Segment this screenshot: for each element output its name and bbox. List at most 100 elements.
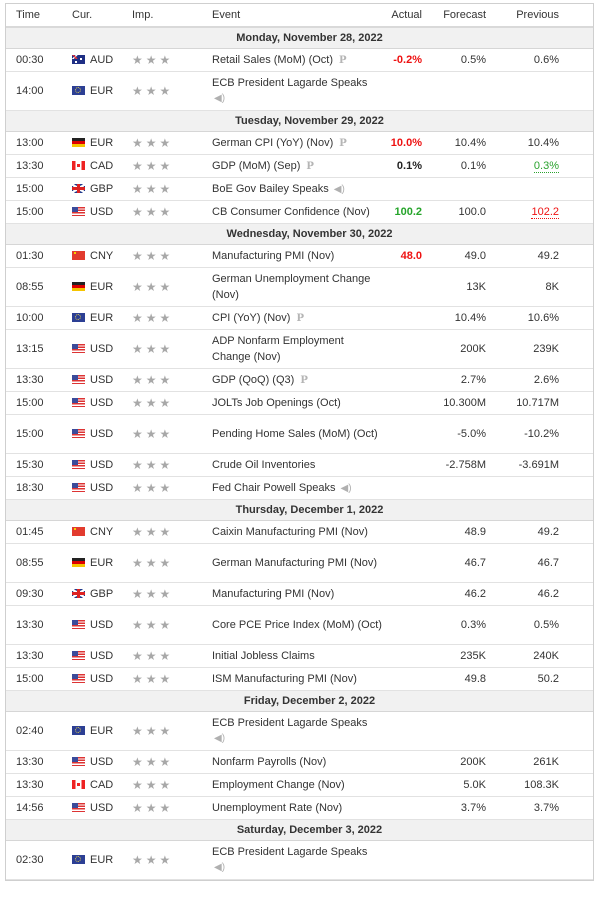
col-header-actual[interactable]: Actual bbox=[384, 4, 422, 28]
event-row[interactable]: 15:00 USD ★★★ JOLTs Job Openings (Oct) 10.30… bbox=[6, 391, 593, 415]
event-name-link[interactable]: German Manufacturing PMI (Nov) bbox=[212, 557, 377, 569]
event-row[interactable]: 15:00 USD ★★★ CB Consumer Confidence (Nov) 1… bbox=[6, 200, 593, 224]
event-name-link[interactable]: Fed Chair Powell Speaks bbox=[212, 482, 336, 494]
event-row[interactable]: 15:30 USD ★★★ Crude Oil Inventories -2.758M -… bbox=[6, 453, 593, 477]
event-row[interactable]: 13:30 USD ★★★ Nonfarm Payrolls (Nov) 200K 261… bbox=[6, 750, 593, 774]
event-row[interactable]: 08:55 EUR ★★★ German Manufacturing PMI (Nov… bbox=[6, 543, 593, 583]
event-name-link[interactable]: Core PCE Price Index (MoM) (Oct) bbox=[212, 619, 382, 631]
event-name-link[interactable]: Caixin Manufacturing PMI (Nov) bbox=[212, 526, 368, 538]
event-forecast: 10.300M bbox=[422, 391, 486, 415]
importance-stars-icon: ★★★ bbox=[132, 724, 174, 738]
col-header-currency[interactable]: Cur. bbox=[72, 4, 132, 28]
day-header-row: Friday, December 2, 2022 bbox=[6, 690, 593, 712]
event-name-link[interactable]: Crude Oil Inventories bbox=[212, 459, 315, 471]
event-name-link[interactable]: Employment Change (Nov) bbox=[212, 779, 345, 791]
event-name-link[interactable]: ECB President Lagarde Speaks bbox=[212, 846, 367, 858]
event-importance: ★★★ bbox=[132, 244, 212, 268]
event-row[interactable]: 01:45 CNY ★★★ Caixin Manufacturing PMI (Nov… bbox=[6, 520, 593, 544]
event-row[interactable]: 02:40 EUR ★★★ ECB President Lagarde Speaks ◀… bbox=[6, 711, 593, 751]
event-name-link[interactable]: Manufacturing PMI (Nov) bbox=[212, 588, 334, 600]
event-row[interactable]: 13:00 EUR ★★★ German CPI (YoY) (Nov) P 10.0% 1… bbox=[6, 131, 593, 155]
event-previous bbox=[486, 476, 559, 500]
event-name-link[interactable]: Retail Sales (MoM) (Oct) bbox=[212, 54, 333, 66]
event-row[interactable]: 01:30 CNY ★★★ Manufacturing PMI (Nov) 48.0 49… bbox=[6, 244, 593, 268]
event-name-cell: Initial Jobless Claims bbox=[212, 644, 384, 668]
event-row[interactable]: 14:00 EUR ★★★ ECB President Lagarde Speaks ◀… bbox=[6, 71, 593, 111]
event-row[interactable]: 13:30 USD ★★★ Core PCE Price Index (MoM) (O… bbox=[6, 605, 593, 645]
event-forecast: 0.3% bbox=[422, 605, 486, 645]
day-label: Saturday, December 3, 2022 bbox=[236, 824, 383, 836]
speaker-icon: ◀) bbox=[333, 183, 345, 195]
event-currency: CAD bbox=[72, 773, 132, 797]
event-name-link[interactable]: ADP Nonfarm Employment Change (Nov) bbox=[212, 335, 344, 363]
previous-value: 10.6% bbox=[527, 312, 559, 324]
row-spacer bbox=[559, 200, 593, 224]
event-row[interactable]: 13:15 USD ★★★ ADP Nonfarm Employment Change… bbox=[6, 329, 593, 369]
event-name-link[interactable]: Pending Home Sales (MoM) (Oct) bbox=[212, 428, 378, 440]
col-header-previous[interactable]: Previous bbox=[486, 4, 559, 28]
event-name-link[interactable]: German CPI (YoY) (Nov) bbox=[212, 137, 333, 149]
importance-stars-icon: ★★★ bbox=[132, 280, 174, 294]
event-name-link[interactable]: CB Consumer Confidence (Nov) bbox=[212, 206, 370, 218]
currency-code: USD bbox=[90, 343, 114, 355]
event-row[interactable]: 08:55 EUR ★★★ German Unemployment Change (N… bbox=[6, 267, 593, 307]
event-name-link[interactable]: German Unemployment Change (Nov) bbox=[212, 273, 370, 301]
currency-code: AUD bbox=[90, 54, 114, 66]
event-row[interactable]: 15:00 USD ★★★ ISM Manufacturing PMI (Nov) 49… bbox=[6, 667, 593, 691]
flag-de-icon bbox=[72, 138, 85, 147]
event-name-link[interactable]: ECB President Lagarde Speaks bbox=[212, 717, 367, 729]
event-name-cell: Nonfarm Payrolls (Nov) bbox=[212, 750, 384, 774]
event-name-link[interactable]: Nonfarm Payrolls (Nov) bbox=[212, 756, 326, 768]
event-forecast: 2.7% bbox=[422, 368, 486, 392]
event-name-cell: JOLTs Job Openings (Oct) bbox=[212, 391, 384, 415]
event-forecast: 100.0 bbox=[422, 200, 486, 224]
event-time: 15:00 bbox=[6, 391, 72, 415]
event-name-link[interactable]: Manufacturing PMI (Nov) bbox=[212, 250, 334, 262]
event-name-link[interactable]: GDP (QoQ) (Q3) bbox=[212, 374, 294, 386]
event-previous: 8K bbox=[486, 267, 559, 307]
event-row[interactable]: 13:30 CAD ★★★ GDP (MoM) (Sep) P 0.1% 0.1% 0.3% bbox=[6, 154, 593, 178]
event-importance: ★★★ bbox=[132, 796, 212, 820]
flag-us-icon bbox=[72, 398, 85, 407]
event-name-link[interactable]: ISM Manufacturing PMI (Nov) bbox=[212, 673, 357, 685]
event-importance: ★★★ bbox=[132, 200, 212, 224]
event-row[interactable]: 13:30 CAD ★★★ Employment Change (Nov) 5.0K 10… bbox=[6, 773, 593, 797]
col-header-event[interactable]: Event bbox=[212, 4, 384, 28]
event-row[interactable]: 18:30 USD ★★★ Fed Chair Powell Speaks ◀) bbox=[6, 476, 593, 500]
event-time: 02:30 bbox=[6, 840, 72, 880]
col-header-forecast[interactable]: Forecast bbox=[422, 4, 486, 28]
speaker-icon: ◀) bbox=[214, 93, 226, 104]
event-row[interactable]: 13:30 USD ★★★ Initial Jobless Claims 235K 240… bbox=[6, 644, 593, 668]
event-time: 10:00 bbox=[6, 306, 72, 330]
event-time: 14:56 bbox=[6, 796, 72, 820]
event-name-link[interactable]: CPI (YoY) (Nov) bbox=[212, 312, 290, 324]
importance-stars-icon: ★★★ bbox=[132, 396, 174, 410]
col-header-importance[interactable]: Imp. bbox=[132, 4, 212, 28]
event-row[interactable]: 14:56 USD ★★★ Unemployment Rate (Nov) 3.7% 3.… bbox=[6, 796, 593, 820]
event-name-cell: ADP Nonfarm Employment Change (Nov) bbox=[212, 329, 384, 369]
previous-value[interactable]: 0.3% bbox=[533, 160, 559, 173]
event-row[interactable]: 13:30 USD ★★★ GDP (QoQ) (Q3) P 2.7% 2.6% bbox=[6, 368, 593, 392]
event-row[interactable]: 02:30 EUR ★★★ ECB President Lagarde Speaks ◀… bbox=[6, 840, 593, 880]
day-header: Thursday, December 1, 2022 bbox=[6, 499, 593, 521]
event-row[interactable]: 10:00 EUR ★★★ CPI (YoY) (Nov) P 10.4% 10.6% bbox=[6, 306, 593, 330]
event-name-link[interactable]: Initial Jobless Claims bbox=[212, 650, 315, 662]
event-name-cell: Pending Home Sales (MoM) (Oct) bbox=[212, 414, 384, 454]
event-name-link[interactable]: JOLTs Job Openings (Oct) bbox=[212, 397, 341, 409]
event-row[interactable]: 00:30 AUD ★★★ Retail Sales (MoM) (Oct) P -0.2… bbox=[6, 48, 593, 72]
event-name-link[interactable]: GDP (MoM) (Sep) bbox=[212, 160, 300, 172]
importance-stars-icon: ★★★ bbox=[132, 618, 174, 632]
event-row[interactable]: 09:30 GBP ★★★ Manufacturing PMI (Nov) 46.2 46… bbox=[6, 582, 593, 606]
event-row[interactable]: 15:00 USD ★★★ Pending Home Sales (MoM) (Oct… bbox=[6, 414, 593, 454]
event-name-link[interactable]: BoE Gov Bailey Speaks bbox=[212, 183, 329, 195]
event-actual bbox=[384, 177, 422, 201]
event-importance: ★★★ bbox=[132, 154, 212, 178]
event-name-link[interactable]: Unemployment Rate (Nov) bbox=[212, 802, 342, 814]
event-time: 01:30 bbox=[6, 244, 72, 268]
event-row[interactable]: 15:00 GBP ★★★ BoE Gov Bailey Speaks ◀) bbox=[6, 177, 593, 201]
previous-value[interactable]: 102.2 bbox=[531, 206, 559, 219]
event-time: 01:45 bbox=[6, 520, 72, 544]
currency-code: USD bbox=[90, 802, 114, 814]
event-name-link[interactable]: ECB President Lagarde Speaks bbox=[212, 77, 367, 89]
col-header-time[interactable]: Time bbox=[6, 4, 72, 28]
